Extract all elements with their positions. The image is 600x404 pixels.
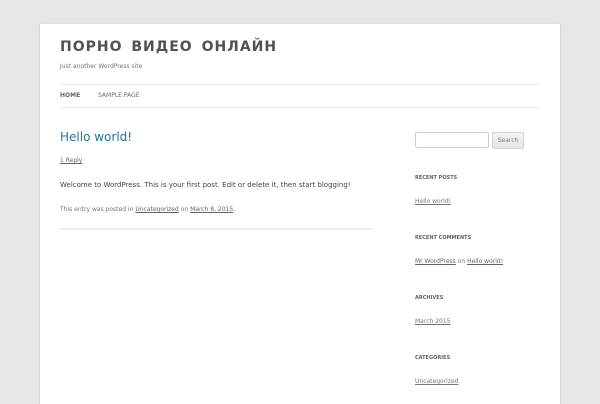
recent-post-link[interactable]: Hello world! — [415, 198, 451, 205]
widget-title-categories: Categories — [415, 355, 451, 361]
comment-author-link[interactable]: Mr WordPress — [415, 258, 456, 265]
widget-title-recent-posts: Recent Posts — [415, 175, 458, 181]
comment-on: on — [455, 258, 468, 265]
category-widget-link[interactable]: Uncategorized — [415, 378, 458, 385]
site-title[interactable]: ПОРНО ВИДЕО ОНЛАЙН — [60, 39, 277, 55]
search-input[interactable] — [415, 132, 489, 148]
comment-post-link[interactable]: Hello world! — [467, 258, 503, 265]
post-content: Welcome to WordPress. This is your first… — [60, 181, 351, 189]
nav-item-home[interactable]: Home — [60, 92, 80, 99]
meta-end: . — [233, 206, 236, 213]
meta-prefix: This entry was posted in — [60, 206, 136, 213]
reply-link[interactable]: 1 Reply — [60, 157, 82, 164]
date-link[interactable]: March 8, 2015 — [190, 206, 233, 213]
category-link[interactable]: Uncategorized — [135, 206, 178, 213]
archive-link[interactable]: March 2015 — [415, 318, 450, 325]
divider — [60, 228, 372, 230]
nav-item-sample-page[interactable]: Sample Page — [98, 92, 140, 99]
post-title[interactable]: Hello world! — [60, 130, 132, 144]
meta-on: on — [178, 206, 191, 213]
page: ПОРНО ВИДЕО ОНЛАЙН Just another WordPres… — [40, 24, 560, 404]
widget-title-archives: Archives — [415, 295, 444, 301]
widget-title-recent-comments: Recent Comments — [415, 235, 472, 241]
recent-comment: Mr WordPress on Hello world! — [415, 258, 503, 265]
search-button[interactable]: Search — [492, 132, 524, 149]
main-nav: Home Sample Page — [60, 84, 540, 108]
entry-meta: This entry was posted in Uncategorized o… — [60, 206, 235, 213]
site-description: Just another WordPress site — [60, 63, 143, 70]
